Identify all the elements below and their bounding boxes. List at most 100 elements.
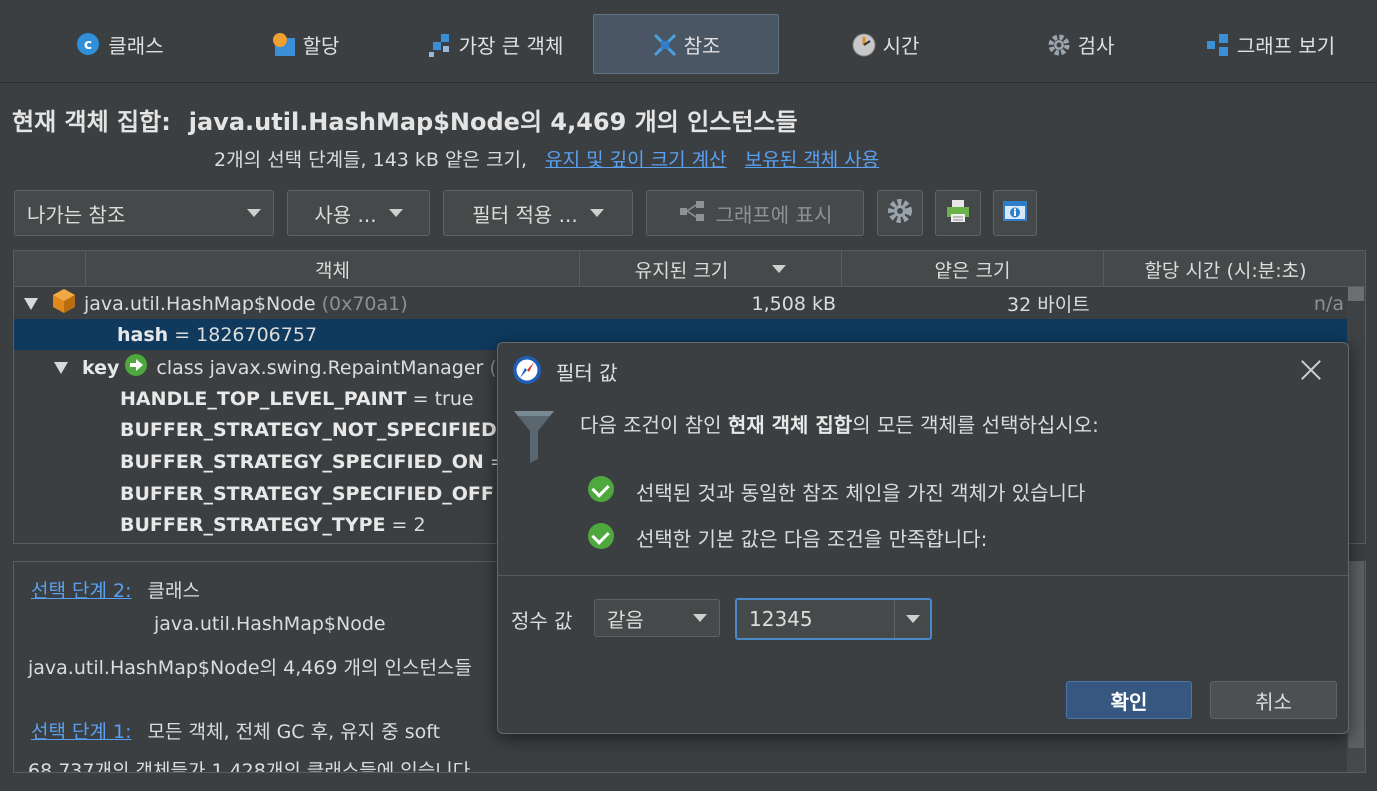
use-label: 사용 ... (314, 202, 377, 227)
tab-label: 클래스 (108, 33, 164, 58)
scrollbar-thumb[interactable] (1348, 562, 1364, 748)
column-header-alloc-time[interactable]: 할당 시간 (시:분:초) (1103, 251, 1347, 287)
allocation-icon (271, 32, 295, 56)
chevron-down-icon (905, 615, 920, 623)
checkbox-primitive-value[interactable] (588, 523, 614, 549)
subline-text: 2개의 선택 단계들, 143 kB 얕은 크기, (214, 149, 527, 171)
column-header-label: 유지된 크기 (634, 259, 729, 282)
value-combobox[interactable]: 12345 (735, 598, 932, 640)
expand-triangle-icon[interactable] (54, 361, 68, 374)
shallow-size: 32 바이트 (1007, 294, 1090, 316)
tab-label: 검사 (1077, 33, 1115, 58)
step2-class: java.util.HashMap$Node (154, 613, 386, 635)
use-retained-link[interactable]: 보유된 객체 사용 (745, 149, 879, 171)
table-header: 객체 유지된 크기 얕은 크기 할당 시간 (시:분:초) (14, 251, 1365, 287)
close-icon[interactable] (1296, 355, 1326, 385)
filter-value-dialog: 필터 값 다음 조건이 참인 현재 객체 집합의 모든 객체를 선택하십시오: … (497, 342, 1349, 734)
tab-inspections[interactable]: 검사 (1010, 14, 1150, 74)
field-value: = 1826706757 (174, 323, 318, 346)
tab-time[interactable]: 시간 (815, 14, 955, 74)
chevron-down-icon (388, 209, 403, 217)
step2-desc: java.util.HashMap$Node의 4,469 개의 인스턴스들 (28, 657, 472, 679)
step1-desc: 모든 객체, 전체 GC 후, 유지 중 soft (147, 721, 441, 743)
column-header-shallow[interactable]: 얕은 크기 (841, 251, 1103, 287)
svg-text:c: c (84, 37, 92, 53)
references-icon (652, 32, 676, 57)
alloc-time: n/a (1313, 292, 1344, 315)
cancel-button[interactable]: 취소 (1210, 681, 1337, 719)
tab-classes[interactable]: c 클래스 (40, 14, 200, 74)
title-prefix: 현재 객체 집합: (12, 108, 171, 136)
settings-button[interactable] (877, 190, 923, 236)
step1-link[interactable]: 선택 단계 1: (31, 721, 132, 743)
operator-select[interactable]: 같음 (594, 599, 720, 637)
tab-label: 그래프 보기 (1236, 33, 1336, 58)
scrollbar-thumb[interactable] (1348, 287, 1364, 301)
condition-1: 선택된 것과 동일한 참조 체인을 가진 객체가 있습니다 (636, 481, 1086, 505)
field-value: = 2 (391, 513, 426, 536)
ok-button[interactable]: 확인 (1066, 681, 1192, 719)
compass-icon (512, 355, 542, 390)
field-name: BUFFER_STRATEGY_SPECIFIED_OFF (120, 482, 494, 505)
graph-icon (1205, 32, 1229, 56)
tab-references[interactable]: 참조 (593, 14, 779, 74)
tabbar-divider (0, 82, 1377, 83)
info-button[interactable] (993, 190, 1037, 236)
value-dropdown-button[interactable] (894, 600, 930, 638)
calculate-retained-link[interactable]: 유지 및 깊이 크기 계산 (545, 149, 726, 171)
graph-nodes-icon (678, 200, 706, 227)
reference-type-select[interactable]: 나가는 참조 (14, 190, 274, 236)
step1-line: 선택 단계 1: 모든 객체, 전체 GC 후, 유지 중 soft (31, 717, 440, 744)
retained-size: 1,508 kB (751, 292, 836, 315)
tab-allocations[interactable]: 할당 (230, 14, 380, 74)
column-header-object[interactable]: 객체 (85, 251, 579, 287)
step2-link[interactable]: 선택 단계 2: (31, 580, 132, 602)
expand-triangle-icon[interactable] (24, 297, 38, 310)
view-tabbar: c 클래스 할당 가장 큰 객체 참조 시간 검사 그래프 보기 (0, 14, 1377, 74)
intro-bold: 현재 객체 집합 (727, 413, 853, 437)
funnel-icon (512, 407, 556, 470)
value-input[interactable]: 12345 (749, 607, 894, 631)
class-c-icon: c (76, 32, 100, 56)
column-header-retained[interactable]: 유지된 크기 (579, 251, 841, 287)
dialog-intro: 다음 조건이 참인 현재 객체 집합의 모든 객체를 선택하십시오: (580, 409, 1099, 438)
chevron-down-icon (589, 209, 604, 217)
field-name: BUFFER_STRATEGY_SPECIFIED_ON (120, 450, 484, 473)
table-row[interactable]: java.util.HashMap$Node (0x70a1) 1,508 kB… (14, 288, 1347, 319)
tab-graph[interactable]: 그래프 보기 (1180, 14, 1360, 74)
show-in-graph-label: 그래프에 표시 (715, 202, 833, 227)
use-button[interactable]: 사용 ... (287, 190, 430, 236)
column-header-label: 할당 시간 (시:분:초) (1144, 259, 1307, 282)
dialog-separator (498, 575, 1348, 576)
column-header-label: 객체 (315, 259, 350, 282)
info-window-icon (1001, 198, 1029, 229)
reference-type-value: 나가는 참조 (27, 202, 126, 227)
field-name: BUFFER_STRATEGY_TYPE (120, 513, 386, 536)
page-title: 현재 객체 집합: java.util.HashMap$Node의 4,469 개… (12, 102, 798, 137)
table-scrollbar[interactable] (1347, 287, 1365, 543)
tab-label: 할당 (302, 33, 340, 58)
dialog-title: 필터 값 (556, 361, 618, 385)
tab-label: 참조 (683, 33, 721, 58)
checkbox-same-chain[interactable] (588, 476, 614, 502)
column-header-label: 얕은 크기 (934, 259, 1011, 282)
step1-count: 68,737개의 객체들가 1,428개의 클래스들에 있습니다 (28, 760, 471, 773)
show-in-graph-button[interactable]: 그래프에 표시 (646, 190, 864, 236)
step2-kind: 클래스 (147, 580, 200, 602)
panel-scrollbar[interactable] (1347, 562, 1365, 772)
int-value-label: 정수 값 (511, 609, 573, 633)
tab-label: 시간 (882, 33, 920, 58)
printer-icon (944, 197, 972, 230)
title-main: java.util.HashMap$Node의 4,469 개의 인스턴스들 (188, 108, 798, 136)
title-subline: 2개의 선택 단계들, 143 kB 얕은 크기, 유지 및 깊이 크기 계산 … (214, 145, 879, 172)
print-button[interactable] (935, 190, 981, 236)
tab-biggest-objects[interactable]: 가장 큰 객체 (405, 14, 585, 74)
step2-line: 선택 단계 2: 클래스 (31, 576, 200, 603)
gear-icon (886, 197, 914, 230)
gear-icon (1046, 32, 1070, 56)
intro-before: 다음 조건이 참인 (580, 413, 722, 437)
field-name: key (82, 356, 120, 379)
apply-filter-button[interactable]: 필터 적용 ... (443, 190, 633, 236)
field-name: HANDLE_TOP_LEVEL_PAINT (120, 387, 407, 410)
biggest-objects-icon (427, 32, 451, 57)
